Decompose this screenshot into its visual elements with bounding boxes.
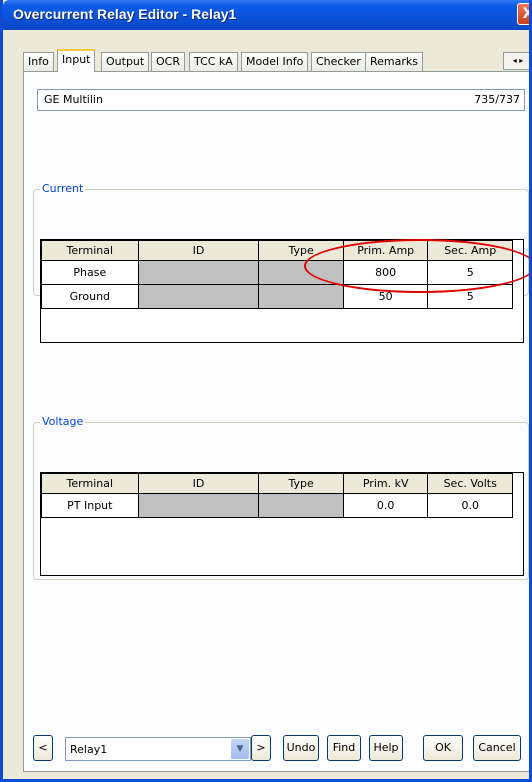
- find-button[interactable]: Find: [327, 735, 361, 761]
- relay-editor-window: Overcurrent Relay Editor - Relay1 X Info…: [0, 0, 532, 782]
- id-cell: [137, 284, 260, 309]
- table-row: PT Input 0.0 0.0: [41, 493, 513, 518]
- next-relay-button[interactable]: >: [251, 735, 271, 761]
- id-cell: [137, 493, 260, 518]
- col-sec-volts-header[interactable]: Sec. Volts: [427, 473, 513, 494]
- voltage-grid: Terminal ID Type Prim. kV Sec. Volts PT …: [40, 472, 524, 576]
- model-label: 735/737: [474, 93, 520, 106]
- col-id-header[interactable]: ID: [137, 240, 260, 261]
- type-cell: [258, 493, 344, 518]
- col-prim-kv-header[interactable]: Prim. kV: [342, 473, 429, 494]
- col-terminal-header[interactable]: Terminal: [41, 473, 139, 494]
- col-id-header[interactable]: ID: [137, 473, 260, 494]
- voltage-group: Voltage Terminal ID Type Prim. kV Sec. V…: [33, 415, 529, 580]
- voltage-group-label: Voltage: [40, 415, 86, 428]
- bottom-toolbar: < Relay1 ▼ > Undo Find Help OK Cancel: [33, 735, 529, 765]
- tab-strip: Info Input Output OCR TCC kA Model Info …: [23, 49, 503, 72]
- title-bar[interactable]: Overcurrent Relay Editor - Relay1 X: [3, 0, 529, 30]
- prev-relay-button[interactable]: <: [33, 735, 53, 761]
- type-cell: [258, 284, 344, 309]
- prim-kv-cell[interactable]: 0.0: [342, 493, 429, 518]
- cancel-button[interactable]: Cancel: [473, 735, 521, 761]
- undo-button[interactable]: Undo: [283, 735, 319, 761]
- current-group-label: Current: [40, 182, 86, 195]
- terminal-cell: Phase: [41, 260, 139, 285]
- manufacturer-label: GE Multilin: [44, 93, 103, 106]
- help-button[interactable]: Help: [369, 735, 403, 761]
- window-title: Overcurrent Relay Editor - Relay1: [13, 6, 237, 22]
- tab-model-info[interactable]: Model Info: [241, 52, 309, 71]
- relay-select-value: Relay1: [70, 743, 108, 756]
- chevron-down-icon[interactable]: ▼: [231, 739, 249, 759]
- tab-remarks[interactable]: Remarks: [365, 52, 423, 71]
- tab-checker[interactable]: Checker: [311, 52, 366, 71]
- highlight-ellipse: [304, 239, 529, 293]
- close-button[interactable]: X: [517, 3, 529, 25]
- tab-scroll-arrows-icon[interactable]: ◂ ▸: [503, 52, 529, 70]
- sec-volts-cell[interactable]: 0.0: [427, 493, 513, 518]
- relay-select[interactable]: Relay1 ▼: [65, 737, 251, 761]
- terminal-cell: Ground: [41, 284, 139, 309]
- col-terminal-header[interactable]: Terminal: [41, 240, 139, 261]
- tab-tcc-ka[interactable]: TCC kA: [189, 52, 238, 71]
- col-type-header[interactable]: Type: [258, 473, 344, 494]
- ok-button[interactable]: OK: [423, 735, 463, 761]
- relay-header-field: GE Multilin 735/737: [37, 89, 525, 111]
- tab-ocr[interactable]: OCR: [151, 52, 185, 71]
- terminal-cell: PT Input: [41, 493, 139, 518]
- tab-info[interactable]: Info: [23, 52, 54, 71]
- tab-output[interactable]: Output: [101, 52, 150, 71]
- id-cell: [137, 260, 260, 285]
- tab-input[interactable]: Input: [57, 49, 96, 72]
